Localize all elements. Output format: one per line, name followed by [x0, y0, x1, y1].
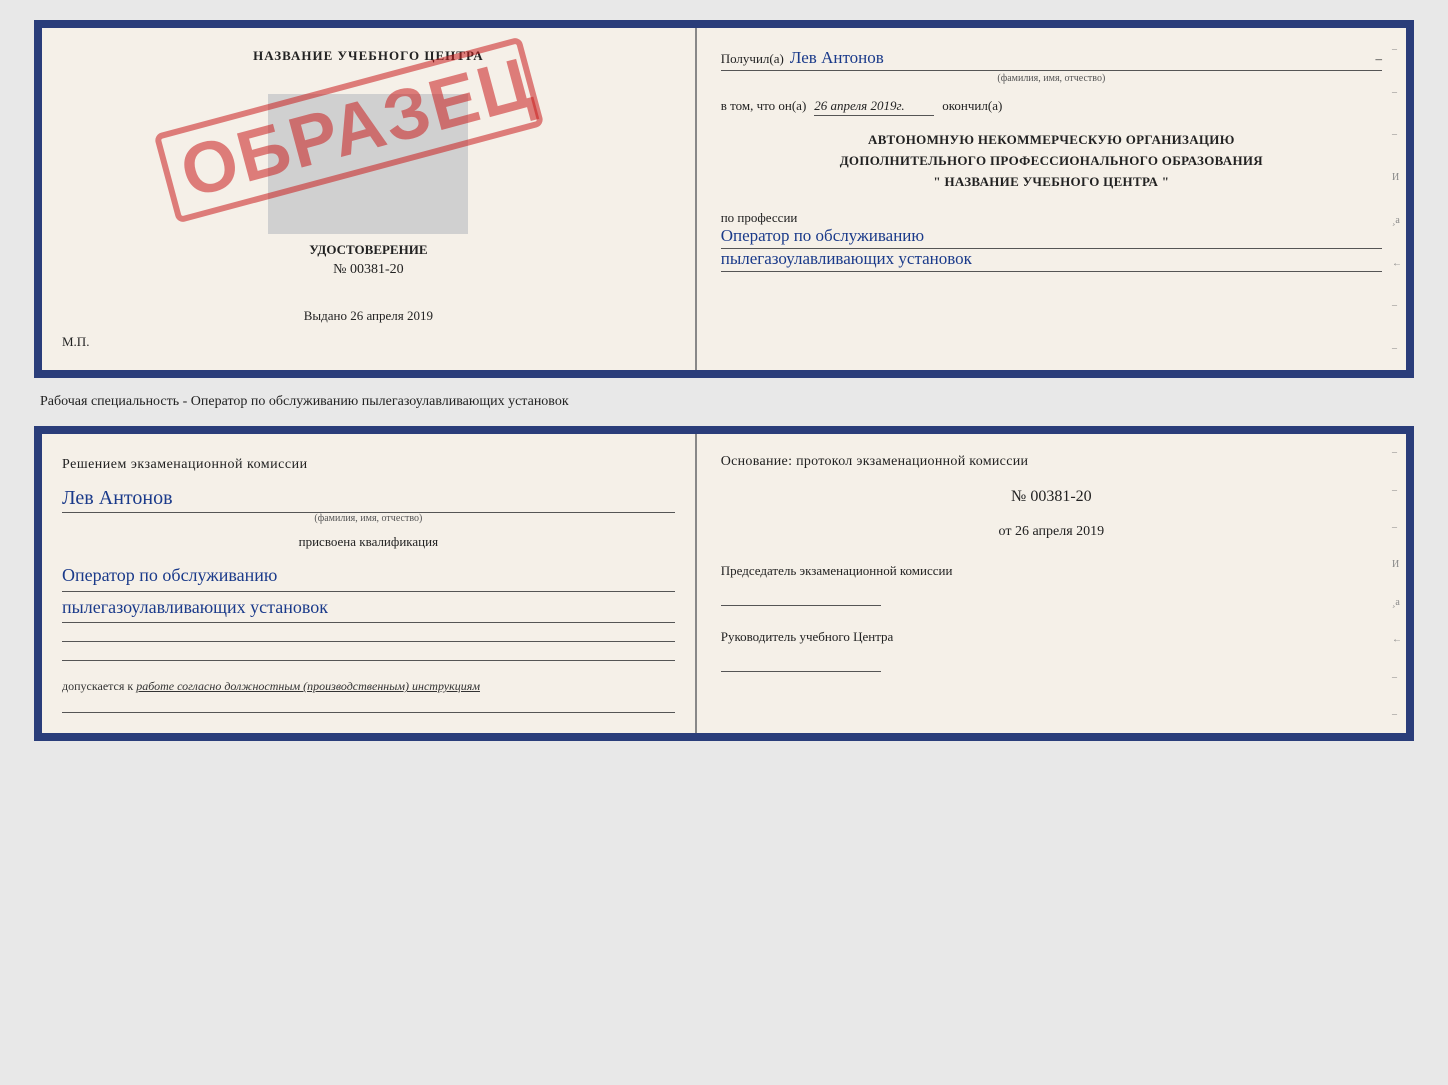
- bottom-doc-left: Решением экзаменационной комиссии Лев Ан…: [42, 434, 697, 733]
- poluchil-line: Получил(а) Лев Антонов –: [721, 48, 1382, 71]
- cert-number: № 00381-20: [333, 262, 404, 278]
- osnov-label: Основание: протокол экзаменационной коми…: [721, 454, 1382, 470]
- vtom-date: 26 апреля 2019г.: [814, 98, 934, 116]
- org-line2: ДОПОЛНИТЕЛЬНОГО ПРОФЕССИОНАЛЬНОГО ОБРАЗО…: [721, 151, 1382, 172]
- vtom-label: в том, что он(а): [721, 98, 807, 114]
- udostoverenie-label: УДОСТОВЕРЕНИЕ: [309, 242, 427, 258]
- bottom-profession-section: Оператор по обслуживанию пылегазоулавлив…: [62, 560, 675, 623]
- vtom-section: в том, что он(а) 26 апреля 2019г. окончи…: [721, 98, 1382, 116]
- certificate-block: [268, 94, 468, 234]
- prisvoena-label: присвоена квалификация: [62, 534, 675, 550]
- rukovoditel-signature-line: [721, 652, 881, 672]
- profession-line2: пылегазоулавливающих установок: [721, 249, 1382, 272]
- side-marks-bottom: – – – И ¸а ← – –: [1392, 434, 1402, 733]
- vydano-date: 26 апреля 2019: [350, 308, 433, 323]
- org-line1: АВТОНОМНУЮ НЕКОММЕРЧЕСКУЮ ОРГАНИЗАЦИЮ: [721, 130, 1382, 151]
- side-marks-top: – – – И ¸а ← – –: [1392, 28, 1402, 370]
- dopuskaetsya-value: работе согласно должностным (производств…: [136, 679, 480, 693]
- vydano-line: Выдано 26 апреля 2019: [304, 308, 433, 324]
- bmark8: –: [1392, 709, 1402, 720]
- mark7: –: [1392, 300, 1402, 311]
- org-name-block: АВТОНОМНУЮ НЕКОММЕРЧЕСКУЮ ОРГАНИЗАЦИЮ ДО…: [721, 130, 1382, 192]
- ot-date-value: 26 апреля 2019: [1015, 524, 1104, 539]
- mark4: И: [1392, 172, 1402, 183]
- rukovoditel-block: Руководитель учебного Центра: [721, 628, 1382, 672]
- bmark4: И: [1392, 559, 1402, 570]
- bmark5: ¸а: [1392, 597, 1402, 608]
- top-document: НАЗВАНИЕ УЧЕБНОГО ЦЕНТРА ОБРАЗЕЦ УДОСТОВ…: [34, 20, 1414, 378]
- bmark2: –: [1392, 485, 1402, 496]
- protocol-number: № 00381-20: [721, 488, 1382, 506]
- mark1: –: [1392, 44, 1402, 55]
- bottom-fio-sub: (фамилия, имя, отчество): [62, 513, 675, 524]
- mp-label: М.П.: [62, 334, 89, 350]
- stamp-area: ОБРАЗЕЦ УДОСТОВЕРЕНИЕ № 00381-20 Выдано …: [62, 74, 675, 324]
- dash1: –: [1375, 51, 1382, 67]
- bottom-document: Решением экзаменационной комиссии Лев Ан…: [34, 426, 1414, 741]
- mark3: –: [1392, 129, 1402, 140]
- signature-line3: [62, 712, 675, 713]
- middle-label: Рабочая специальность - Оператор по обсл…: [20, 394, 569, 410]
- profession-section: по профессии Оператор по обслуживанию пы…: [721, 206, 1382, 272]
- ot-label: от: [999, 524, 1012, 539]
- predsedatel-block: Председатель экзаменационной комиссии: [721, 562, 1382, 606]
- po-professii-label: по профессии: [721, 210, 1382, 226]
- dopuskaetsya-label: допускается к: [62, 679, 133, 693]
- predsedatel-label: Председатель экзаменационной комиссии: [721, 562, 1382, 580]
- okonchil-label: окончил(а): [942, 98, 1002, 114]
- bmark3: –: [1392, 522, 1402, 533]
- recipient-fio: Лев Антонов: [790, 48, 884, 68]
- bottom-fio: Лев Антонов: [62, 487, 675, 513]
- poluchil-label: Получил(а): [721, 51, 784, 67]
- bmark6: ←: [1392, 634, 1402, 645]
- bottom-profession2: пылегазоулавливающих установок: [62, 592, 675, 624]
- org-line3: " НАЗВАНИЕ УЧЕБНОГО ЦЕНТРА ": [721, 172, 1382, 193]
- bottom-doc-right: Основание: протокол экзаменационной коми…: [697, 434, 1406, 733]
- vydano-label: Выдано: [304, 308, 347, 323]
- predsedatel-signature-line: [721, 586, 881, 606]
- bmark7: –: [1392, 672, 1402, 683]
- dopuskaetsya-block: допускается к работе согласно должностны…: [62, 679, 675, 694]
- fio-subtitle: (фамилия, имя, отчество): [721, 73, 1382, 84]
- mark6: ←: [1392, 258, 1402, 269]
- bottom-fio-section: Лев Антонов (фамилия, имя, отчество): [62, 485, 675, 524]
- profession-line1: Оператор по обслуживанию: [721, 226, 1382, 249]
- bmark1: –: [1392, 447, 1402, 458]
- mark5: ¸а: [1392, 215, 1402, 226]
- poluchil-section: Получил(а) Лев Антонов – (фамилия, имя, …: [721, 48, 1382, 84]
- mark8: –: [1392, 343, 1402, 354]
- ot-date-line: от 26 апреля 2019: [721, 524, 1382, 540]
- bottom-profession1: Оператор по обслуживанию: [62, 560, 675, 592]
- mark2: –: [1392, 87, 1402, 98]
- top-left-title: НАЗВАНИЕ УЧЕБНОГО ЦЕНТРА: [253, 48, 484, 64]
- signature-line2: [62, 660, 675, 661]
- rukovoditel-label: Руководитель учебного Центра: [721, 628, 1382, 646]
- top-doc-left: НАЗВАНИЕ УЧЕБНОГО ЦЕНТРА ОБРАЗЕЦ УДОСТОВ…: [42, 28, 697, 370]
- resheniem-text: Решением экзаменационной комиссии: [62, 454, 675, 475]
- signature-line1: [62, 641, 675, 642]
- top-doc-right: Получил(а) Лев Антонов – (фамилия, имя, …: [697, 28, 1406, 370]
